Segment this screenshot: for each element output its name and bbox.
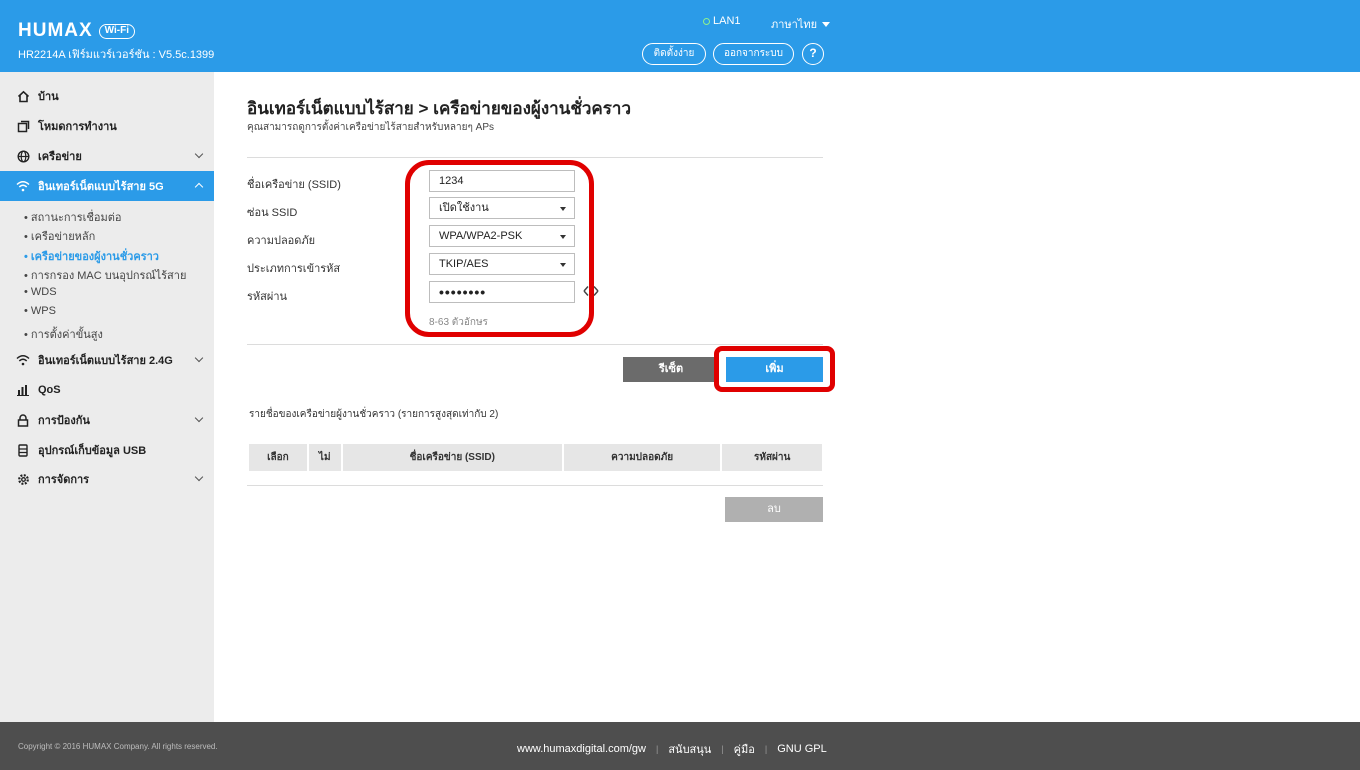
sidebar-item-label: โหมดการทำงาน: [38, 121, 117, 133]
copyright-text: Copyright © 2016 HUMAX Company. All righ…: [18, 742, 218, 751]
ssid-input[interactable]: 1234: [429, 170, 575, 192]
subitem-advanced-settings[interactable]: • การตั้งค่าขั้นสูง: [24, 325, 103, 343]
sidebar-item-network[interactable]: เครือข่าย: [0, 141, 214, 171]
password-input[interactable]: ••••••••: [429, 281, 575, 303]
sidebar-item-label: การจัดการ: [38, 474, 90, 486]
home-icon: [16, 89, 30, 103]
chevron-down-icon: [194, 472, 204, 482]
column-header-password: รหัสผ่าน: [722, 444, 822, 471]
footer-separator: |: [764, 744, 768, 754]
chevron-down-icon: [560, 235, 566, 239]
copy-icon: [16, 119, 30, 133]
sidebar-item-label: การป้องกัน: [38, 415, 90, 427]
sidebar-item-wireless-24g[interactable]: อินเทอร์เน็ตแบบไร้สาย 2.4G: [0, 345, 214, 375]
sidebar-item-security[interactable]: การป้องกัน: [0, 405, 214, 435]
divider: [247, 485, 823, 486]
delete-button[interactable]: ลบ: [725, 497, 823, 522]
sidebar-item-label: อินเทอร์เน็ตแบบไร้สาย 2.4G: [38, 355, 173, 367]
subitem-main-network[interactable]: • เครือข่ายหลัก: [24, 227, 95, 245]
column-header-select: เลือก: [249, 444, 307, 471]
chevron-down-icon: [194, 353, 204, 363]
footer-link-website[interactable]: www.humaxdigital.com/gw: [517, 743, 646, 755]
firmware-version: HR2214A เฟิร์มแวร์เวอร์ชัน : V5.5c.1399: [18, 49, 215, 61]
hide-ssid-select[interactable]: เปิดใช้งาน: [429, 197, 575, 219]
hide-ssid-label: ซ่อน SSID: [247, 207, 298, 219]
sidebar-item-label: อินเทอร์เน็ตแบบไร้สาย 5G: [38, 181, 164, 193]
easy-setup-button[interactable]: ติดตั้งง่าย: [642, 43, 706, 65]
password-label: รหัสผ่าน: [247, 291, 288, 303]
encryption-label: ประเภทการเข้ารหัส: [247, 263, 341, 275]
language-label: ภาษาไทย: [771, 19, 818, 31]
chevron-up-icon: [194, 182, 204, 192]
bar-chart-icon: [16, 383, 30, 397]
footer: Copyright © 2016 HUMAX Company. All righ…: [0, 722, 1360, 770]
subitem-mac-filter[interactable]: • การกรอง MAC บนอุปกรณ์ไร้สาย: [24, 266, 186, 284]
wifi-icon: [16, 353, 30, 367]
encryption-value: TKIP/AES: [439, 258, 489, 270]
sidebar: บ้าน โหมดการทำงาน เครือข่าย อินเทอร์เน็ต…: [0, 72, 214, 722]
footer-link-manual[interactable]: คู่มือ: [734, 740, 755, 758]
ssid-label: ชื่อเครือข่าย (SSID): [247, 179, 341, 191]
divider: [247, 157, 823, 158]
column-header-security: ความปลอดภัย: [563, 444, 721, 471]
footer-separator: |: [721, 744, 724, 754]
show-password-icon[interactable]: [583, 285, 599, 297]
chevron-down-icon: [194, 413, 204, 423]
subitem-guest-network[interactable]: • เครือข่ายของผู้งานชั่วคราว: [24, 247, 159, 265]
chevron-down-icon: [560, 263, 566, 267]
top-header: HUMAX Wi-Fi HR2214A เฟิร์มแวร์เวอร์ชัน :…: [0, 0, 1360, 72]
brand-name: HUMAX: [18, 20, 93, 41]
footer-link-gpl[interactable]: GNU GPL: [777, 743, 827, 755]
divider: [247, 344, 823, 345]
add-button[interactable]: เพิ่ม: [726, 357, 823, 382]
chevron-down-icon: [194, 149, 204, 159]
lock-icon: [16, 413, 30, 427]
sidebar-item-wireless-5g[interactable]: อินเทอร์เน็ตแบบไร้สาย 5G: [0, 171, 214, 201]
guest-network-table-header: เลือก ไม่ ชื่อเครือข่าย (SSID) ความปลอดภ…: [249, 444, 822, 471]
column-header-ssid: ชื่อเครือข่าย (SSID): [342, 444, 562, 471]
chevron-down-icon: [560, 207, 566, 211]
lan-status: LAN1: [703, 15, 741, 27]
footer-separator: |: [656, 744, 659, 754]
sidebar-item-label: บ้าน: [38, 91, 59, 103]
usb-storage-icon: [16, 443, 30, 457]
password-hint: 8-63 ตัวอักษร: [429, 317, 488, 328]
column-header-no: ไม่: [308, 444, 341, 471]
page-description: คุณสามารถดูการตั้งค่าเครือข่ายไร้สายสำหร…: [247, 122, 495, 133]
sidebar-item-label: เครือข่าย: [38, 151, 82, 163]
encryption-select[interactable]: TKIP/AES: [429, 253, 575, 275]
footer-link-support[interactable]: สนับสนุน: [668, 740, 711, 758]
sidebar-item-management[interactable]: การจัดการ: [0, 464, 214, 494]
footer-links: www.humaxdigital.com/gw | สนับสนุน | คู่…: [517, 740, 827, 758]
sidebar-item-usb-storage[interactable]: อุปกรณ์เก็บข้อมูล USB: [0, 435, 214, 465]
sidebar-item-qos[interactable]: QoS: [0, 375, 214, 405]
subitem-wds[interactable]: • WDS: [24, 286, 57, 298]
sidebar-item-label: QoS: [38, 384, 61, 396]
security-select[interactable]: WPA/WPA2-PSK: [429, 225, 575, 247]
security-value: WPA/WPA2-PSK: [439, 230, 523, 242]
reset-button[interactable]: รีเซ็ต: [623, 357, 719, 382]
help-icon[interactable]: ?: [802, 43, 824, 65]
sidebar-item-label: อุปกรณ์เก็บข้อมูล USB: [38, 445, 147, 457]
subitem-connection-status[interactable]: • สถานะการเชื่อมต่อ: [24, 208, 121, 226]
globe-icon: [16, 149, 30, 163]
chevron-down-icon: [822, 21, 831, 27]
page-title: อินเทอร์เน็ตแบบไร้สาย > เครือข่ายของผู้ง…: [247, 99, 632, 118]
sidebar-item-operation-mode[interactable]: โหมดการทำงาน: [0, 111, 214, 141]
security-label: ความปลอดภัย: [247, 235, 316, 247]
sidebar-item-home[interactable]: บ้าน: [0, 81, 214, 111]
language-selector[interactable]: ภาษาไทย: [771, 15, 831, 33]
guest-network-list-title: รายชื่อของเครือข่ายผู้งานชั่วคราว (รายกา…: [249, 409, 499, 420]
subitem-wps[interactable]: • WPS: [24, 305, 56, 317]
humax-logo: HUMAX Wi-Fi: [18, 20, 136, 42]
gear-icon: [16, 472, 30, 486]
wifi-icon: [16, 179, 30, 193]
logout-button[interactable]: ออกจากระบบ: [713, 43, 794, 65]
wifi-badge: Wi-Fi: [98, 23, 136, 39]
lan-label: LAN1: [713, 15, 741, 27]
hide-ssid-value: เปิดใช้งาน: [439, 202, 489, 214]
lan-status-icon: [703, 17, 710, 25]
